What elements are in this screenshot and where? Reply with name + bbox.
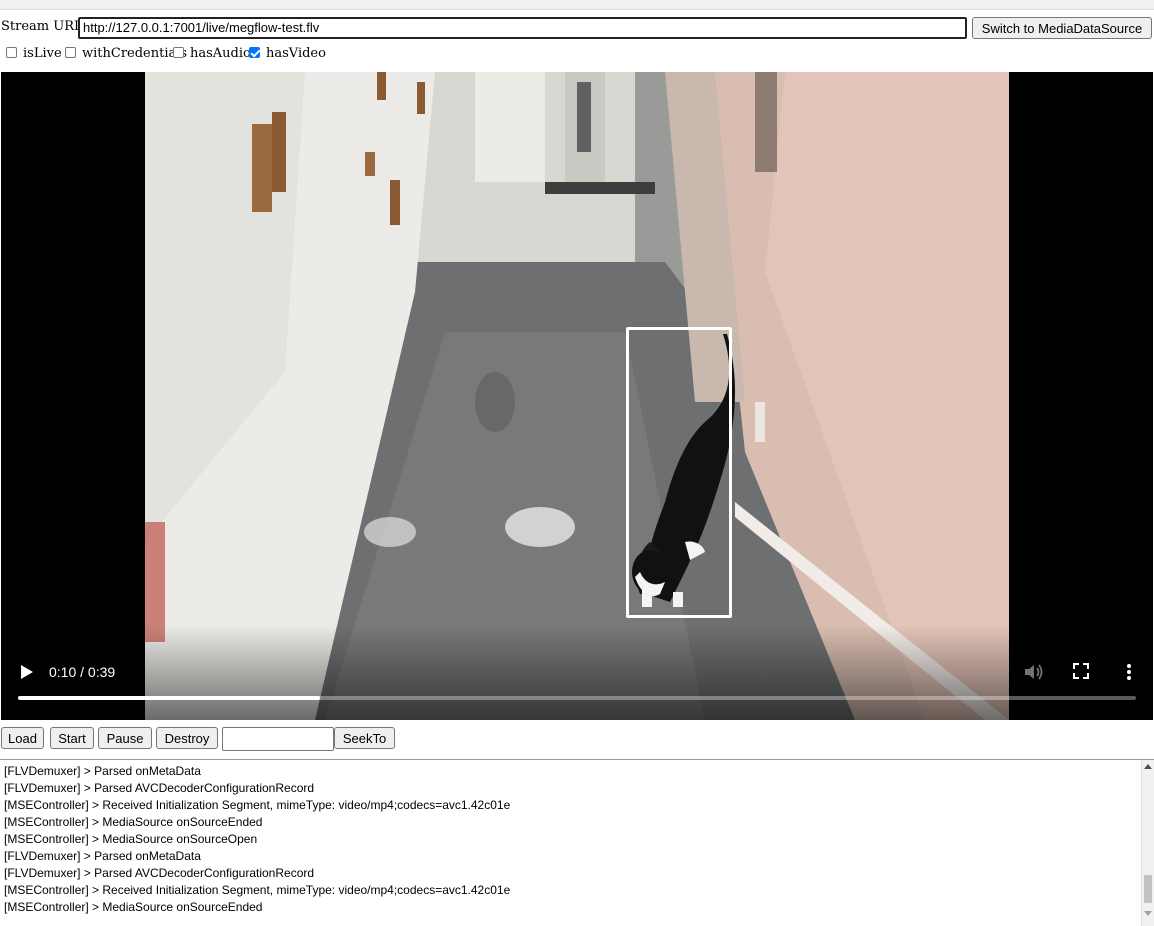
log-line: [FLVDemuxer] > Parsed onMetaData — [4, 764, 201, 778]
stream-url-input[interactable] — [78, 17, 967, 39]
video-frame — [145, 72, 1009, 720]
switch-mediadatasource-button[interactable]: Switch to MediaDataSource — [972, 17, 1152, 39]
option-hasaudio[interactable]: hasAudio — [173, 46, 251, 61]
withcredentials-checkbox[interactable] — [65, 47, 76, 58]
seek-bar[interactable] — [18, 696, 1136, 700]
log-line: [MSEController] > MediaSource onSourceEn… — [4, 900, 263, 914]
islive-checkbox[interactable] — [6, 47, 17, 58]
islive-label: isLive — [23, 46, 62, 61]
top-border — [0, 0, 1154, 10]
stream-url-row: Stream URL: Switch to MediaDataSource — [0, 17, 1154, 41]
detection-bounding-box — [626, 327, 732, 618]
log-line: [MSEController] > MediaSource onSourceEn… — [4, 815, 263, 829]
log-output[interactable]: [FLVDemuxer] > Parsed onMetaData [FLVDemu… — [0, 759, 1154, 926]
hasaudio-label: hasAudio — [190, 46, 251, 61]
controls-overlay — [1, 625, 1153, 720]
log-lines: [FLVDemuxer] > Parsed onMetaData [FLVDemu… — [4, 765, 1134, 918]
option-islive[interactable]: isLive — [6, 46, 62, 61]
destroy-button[interactable]: Destroy — [156, 727, 218, 749]
stream-url-label: Stream URL: — [1, 19, 88, 34]
seek-time-input[interactable] — [222, 727, 334, 751]
hasvideo-checkbox[interactable] — [249, 47, 260, 58]
video-player[interactable]: 0:10 / 0:39 — [1, 72, 1153, 720]
start-button[interactable]: Start — [50, 727, 94, 749]
volume-icon[interactable] — [1023, 662, 1045, 682]
seek-bar-progress — [18, 696, 320, 700]
more-options-icon[interactable] — [1121, 662, 1137, 682]
play-icon[interactable] — [19, 663, 35, 681]
fullscreen-icon[interactable] — [1072, 662, 1090, 680]
pause-button[interactable]: Pause — [98, 727, 152, 749]
log-line: [FLVDemuxer] > Parsed onMetaData — [4, 849, 201, 863]
scroll-down-arrow-icon[interactable] — [1144, 911, 1152, 916]
time-display: 0:10 / 0:39 — [49, 664, 116, 680]
log-scrollbar[interactable] — [1141, 760, 1154, 926]
log-line: [FLVDemuxer] > Parsed AVCDecoderConfigur… — [4, 866, 315, 880]
scrollbar-thumb[interactable] — [1144, 875, 1152, 903]
hasvideo-label: hasVideo — [266, 46, 326, 61]
option-withcredentials[interactable]: withCredentials — [65, 46, 187, 61]
load-button[interactable]: Load — [1, 727, 44, 749]
hasaudio-checkbox[interactable] — [173, 47, 184, 58]
hallway-cat-scene — [145, 72, 1009, 720]
log-line: [MSEController] > MediaSource onSourceOp… — [4, 832, 258, 846]
log-line: [MSEController] > Received Initializatio… — [4, 798, 511, 812]
withcredentials-label: withCredentials — [82, 46, 188, 61]
log-line: [FLVDemuxer] > Parsed AVCDecoderConfigur… — [4, 781, 315, 795]
option-hasvideo[interactable]: hasVideo — [249, 46, 326, 61]
scroll-up-arrow-icon[interactable] — [1144, 764, 1152, 769]
seekto-button[interactable]: SeekTo — [334, 727, 395, 749]
log-line: [MSEController] > Received Initializatio… — [4, 883, 511, 897]
